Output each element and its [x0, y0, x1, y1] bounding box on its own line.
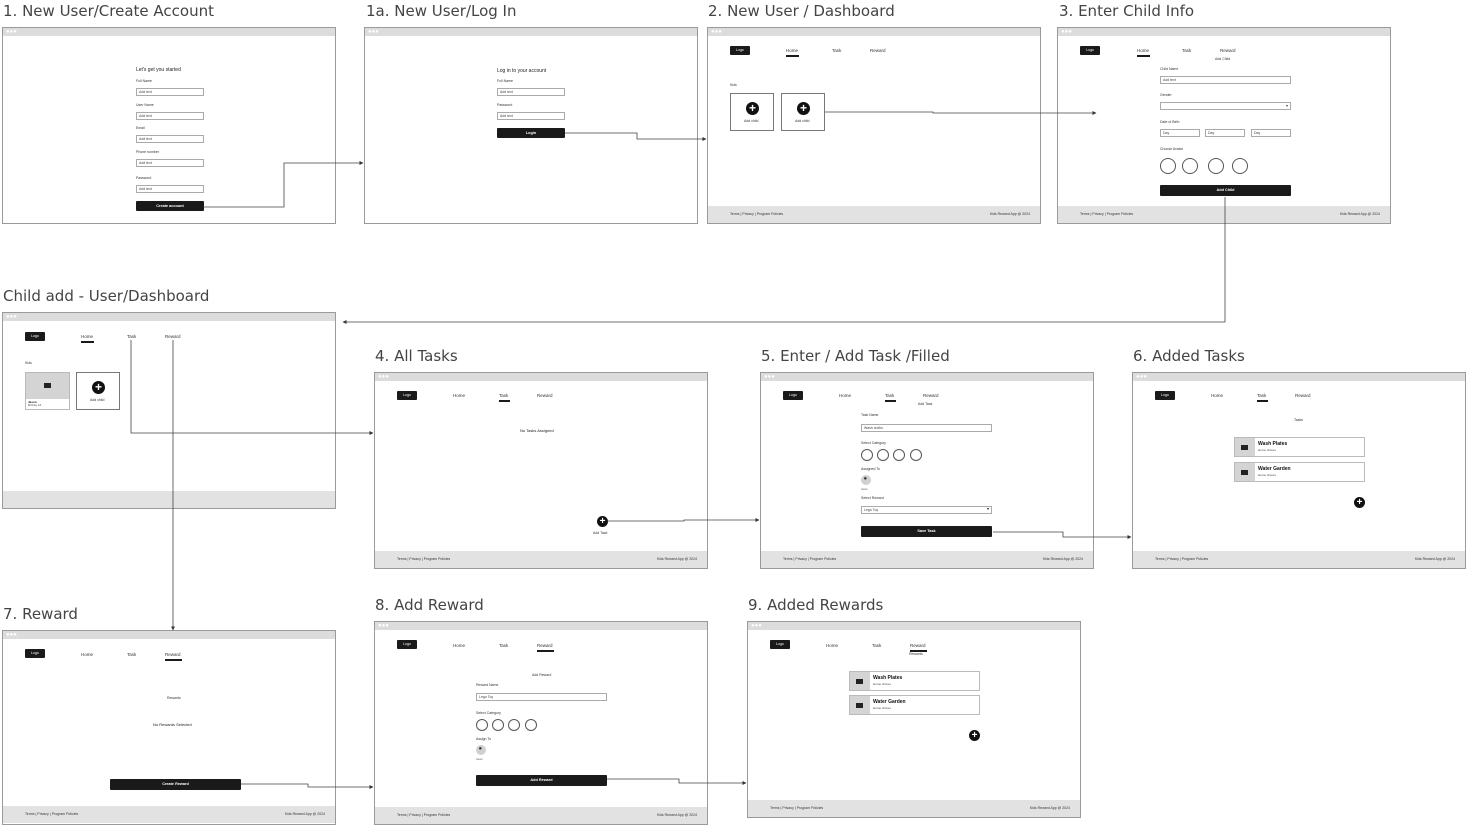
connector-create-to-login — [203, 161, 364, 208]
connector-addreward-to-addedrewards — [607, 778, 747, 785]
connector-alltasks-to-addtask — [607, 518, 760, 522]
connector-dashboard-to-child — [825, 111, 1097, 115]
connector-child-to-childadded — [342, 197, 1226, 324]
connector-login-to-dashboard — [565, 132, 707, 141]
connector-task-to-alltasks — [130, 340, 374, 435]
flow-connectors — [130, 111, 1226, 789]
connector-reward-to-addreward — [241, 783, 374, 789]
connector-addtask-to-addedtasks — [993, 531, 1132, 539]
